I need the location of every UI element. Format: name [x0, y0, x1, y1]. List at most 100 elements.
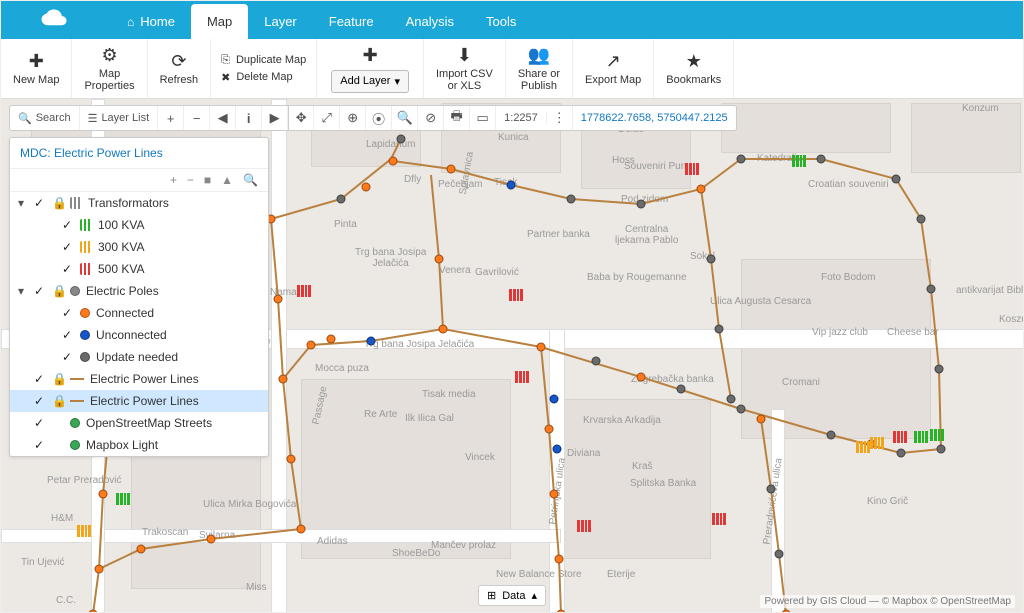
- pole-node[interactable]: [775, 550, 784, 559]
- transformator-node[interactable]: [77, 525, 91, 537]
- measure-button[interactable]: ✥: [288, 106, 314, 130]
- pole-node[interactable]: [397, 135, 406, 144]
- search-button[interactable]: 🔍Search: [10, 106, 80, 130]
- data-panel-toggle[interactable]: ⊞ Data ▴: [478, 585, 546, 606]
- map-viewport[interactable]: Lapidarium Dfly Pečenjam Kunica Tisak Do…: [1, 99, 1023, 612]
- area-select-button[interactable]: ⤢: [314, 106, 340, 130]
- pole-node[interactable]: [637, 200, 646, 209]
- transformator-node[interactable]: [856, 441, 870, 453]
- zoom-out-button[interactable]: −: [184, 106, 210, 130]
- pole-node[interactable]: [297, 525, 306, 534]
- pole-node[interactable]: [737, 405, 746, 414]
- pole-node[interactable]: [89, 610, 98, 613]
- check-icon[interactable]: ✓: [62, 328, 74, 342]
- pole-node[interactable]: [557, 610, 566, 613]
- check-icon[interactable]: ✓: [34, 196, 46, 210]
- layer-electric-poles[interactable]: ▾ ✓ 🔒 Electric Poles: [10, 280, 268, 302]
- check-icon[interactable]: ✓: [62, 240, 74, 254]
- transformator-node[interactable]: [509, 289, 523, 301]
- check-icon[interactable]: ✓: [34, 394, 46, 408]
- layer-update-needed[interactable]: ✓Update needed: [10, 346, 268, 368]
- full-extent-button[interactable]: ⊕: [340, 106, 366, 130]
- map-properties-button[interactable]: ⚙Map Properties: [72, 39, 147, 98]
- layer-100kva[interactable]: ✓100 KVA: [10, 214, 268, 236]
- clear-selection-button[interactable]: ⊘: [418, 106, 444, 130]
- transformator-node[interactable]: [893, 431, 907, 443]
- info-button[interactable]: i: [236, 106, 262, 130]
- layer-mapbox[interactable]: ✓🔒Mapbox Light: [10, 434, 268, 456]
- transformator-node[interactable]: [685, 163, 699, 175]
- layer-osm[interactable]: ✓🔒OpenStreetMap Streets: [10, 412, 268, 434]
- add-layer-icon[interactable]: +: [170, 173, 177, 187]
- pole-node[interactable]: [95, 565, 104, 574]
- ruler-button[interactable]: ▭: [470, 106, 496, 130]
- pole-node[interactable]: [537, 343, 546, 352]
- pole-node[interactable]: [137, 545, 146, 554]
- transformator-node[interactable]: [116, 493, 130, 505]
- check-icon[interactable]: ✓: [34, 372, 46, 386]
- zoom-in-button[interactable]: +: [158, 106, 184, 130]
- layer-list-button[interactable]: ☰Layer List: [80, 106, 159, 130]
- print-button[interactable]: 🖶: [444, 106, 470, 130]
- locate-button[interactable]: ⦿: [366, 106, 392, 130]
- pole-node[interactable]: [550, 395, 559, 404]
- pole-node[interactable]: [727, 395, 736, 404]
- delete-map-button[interactable]: ✖Delete Map: [221, 71, 306, 84]
- pole-node[interactable]: [592, 357, 601, 366]
- project-title[interactable]: MDC: Electric Power Lines: [10, 138, 268, 169]
- layer-transformators[interactable]: ▾ ✓ 🔒 Transformators: [10, 192, 268, 214]
- pole-node[interactable]: [553, 445, 562, 454]
- pole-node[interactable]: [767, 485, 776, 494]
- refresh-button[interactable]: ⟳Refresh: [148, 39, 212, 98]
- pole-node[interactable]: [817, 155, 826, 164]
- duplicate-map-button[interactable]: ⎘Duplicate Map: [221, 54, 306, 67]
- zoom-prev-button[interactable]: ◀: [210, 106, 236, 130]
- pole-node[interactable]: [935, 365, 944, 374]
- pole-node[interactable]: [307, 341, 316, 350]
- pole-node[interactable]: [737, 155, 746, 164]
- pole-node[interactable]: [567, 195, 576, 204]
- coords-menu-button[interactable]: ⋮: [547, 106, 573, 130]
- transformator-node[interactable]: [870, 437, 884, 449]
- pole-node[interactable]: [439, 325, 448, 334]
- pole-node[interactable]: [367, 337, 376, 346]
- pole-node[interactable]: [827, 431, 836, 440]
- pole-node[interactable]: [715, 325, 724, 334]
- tab-tools[interactable]: Tools: [470, 4, 532, 39]
- layer-300kva[interactable]: ✓300 KVA: [10, 236, 268, 258]
- tab-analysis[interactable]: Analysis: [390, 4, 470, 39]
- search-layer-icon[interactable]: 🔍: [243, 173, 258, 187]
- pole-node[interactable]: [707, 255, 716, 264]
- coordinates-display[interactable]: 1778622.7658, 5750447.2125: [573, 112, 736, 124]
- check-icon[interactable]: ✓: [34, 438, 46, 452]
- tab-home[interactable]: ⌂Home: [111, 4, 191, 39]
- transformator-node[interactable]: [297, 285, 311, 297]
- check-icon[interactable]: ✓: [34, 284, 46, 298]
- pole-node[interactable]: [274, 295, 283, 304]
- transformator-node[interactable]: [792, 155, 806, 167]
- transformator-node[interactable]: [515, 371, 529, 383]
- transformator-node[interactable]: [577, 520, 591, 532]
- pole-node[interactable]: [99, 490, 108, 499]
- pole-node[interactable]: [637, 373, 646, 382]
- collapse-icon[interactable]: ▾: [18, 196, 28, 210]
- layer-connected[interactable]: ✓Connected: [10, 302, 268, 324]
- zoom-to-selection-button[interactable]: 🔍: [392, 106, 418, 130]
- pole-node[interactable]: [362, 183, 371, 192]
- check-icon[interactable]: ✓: [62, 218, 74, 232]
- import-button[interactable]: ⬇Import CSV or XLS: [424, 39, 506, 98]
- check-icon[interactable]: ✓: [34, 416, 46, 430]
- tab-feature[interactable]: Feature: [313, 4, 390, 39]
- pole-node[interactable]: [435, 255, 444, 264]
- pole-node[interactable]: [507, 181, 516, 190]
- bookmarks-button[interactable]: ★Bookmarks: [654, 39, 734, 98]
- pole-node[interactable]: [927, 285, 936, 294]
- collapse-icon[interactable]: ▾: [18, 284, 28, 298]
- pole-node[interactable]: [897, 449, 906, 458]
- user-icon[interactable]: ▲: [221, 173, 233, 187]
- pole-node[interactable]: [337, 195, 346, 204]
- folder-icon[interactable]: ■: [204, 173, 211, 187]
- pole-node[interactable]: [937, 445, 946, 454]
- tab-map[interactable]: Map: [191, 4, 248, 39]
- pole-node[interactable]: [389, 157, 398, 166]
